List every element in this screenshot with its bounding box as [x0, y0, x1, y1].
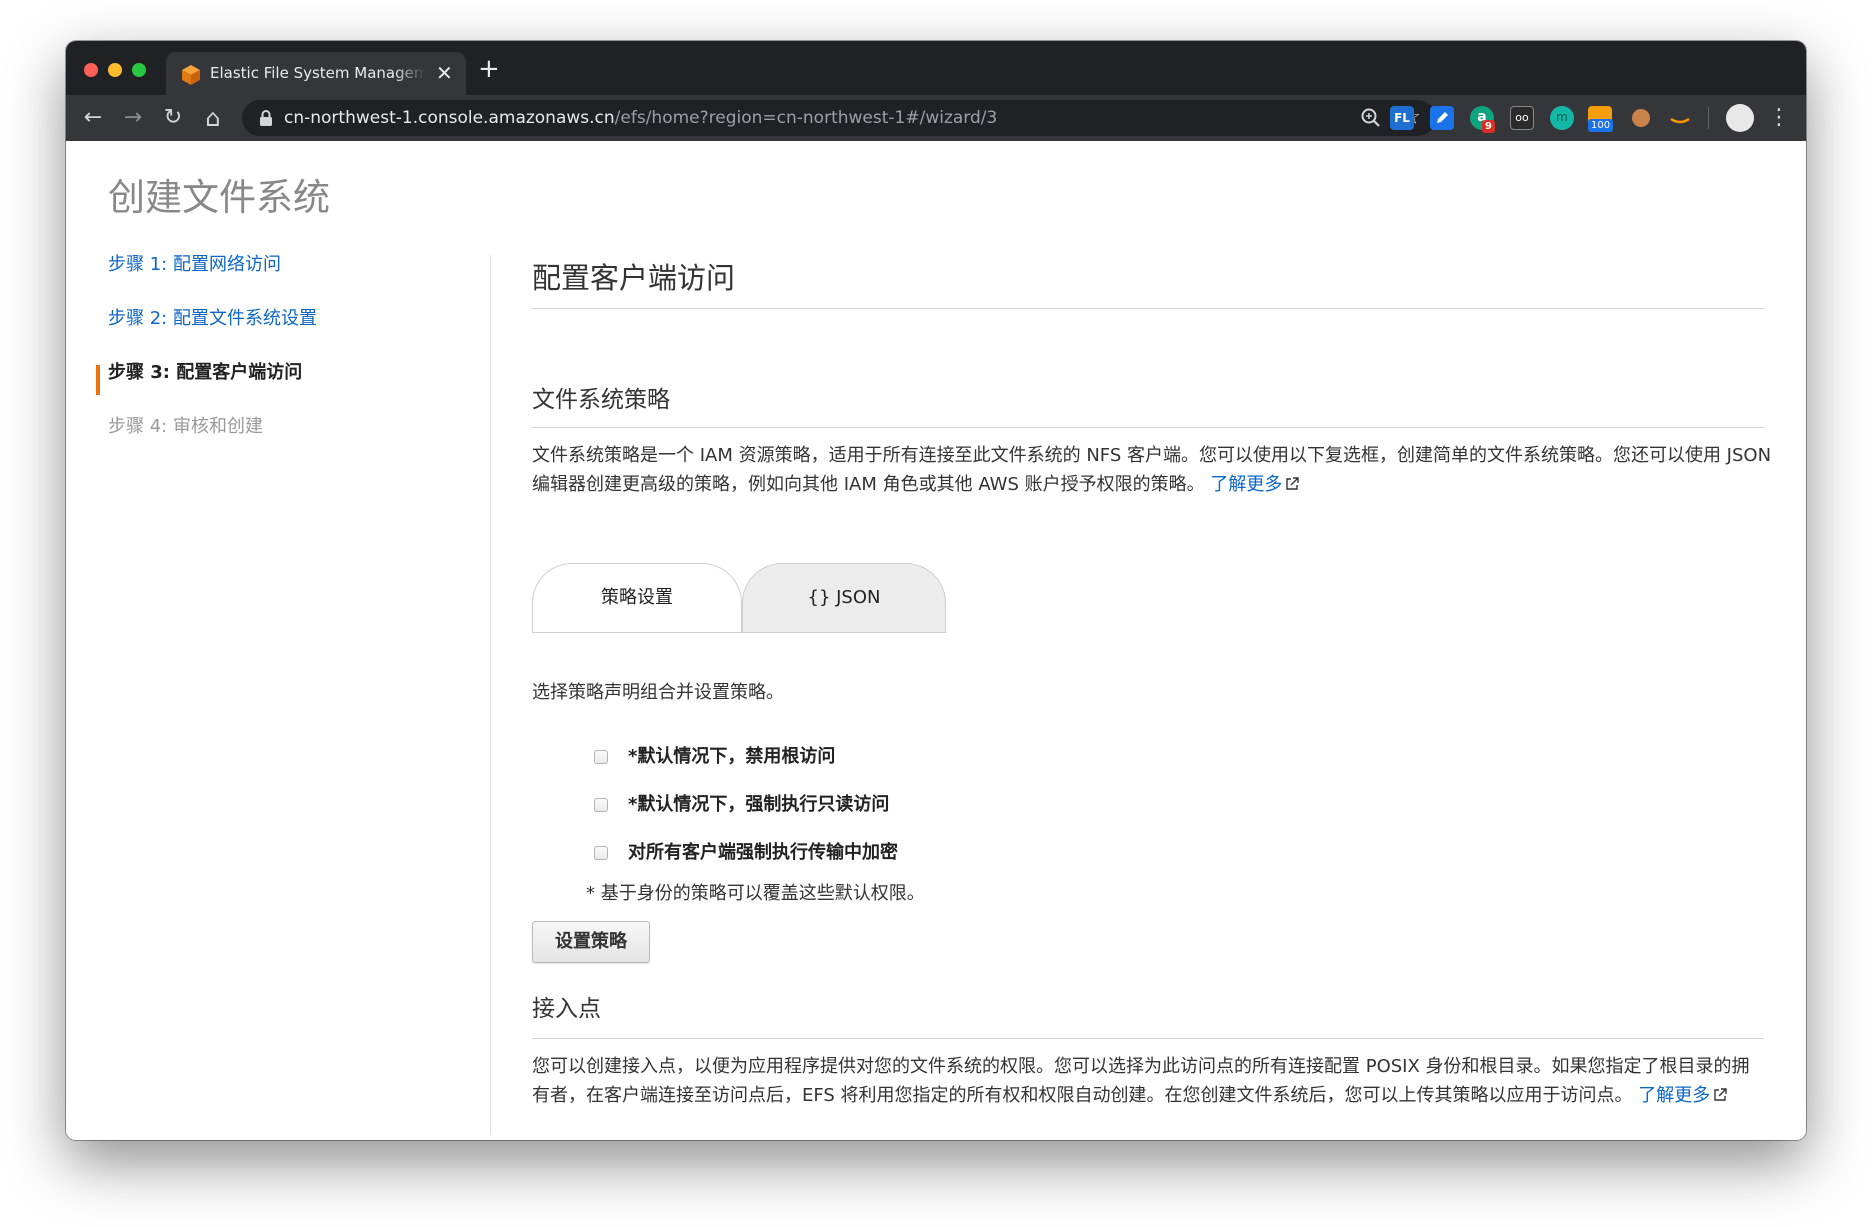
policy-learn-more-link[interactable]: 了解更多 [1210, 474, 1300, 495]
pen-icon [1437, 112, 1448, 123]
tab-policy-settings[interactable]: 策略设置 [532, 563, 742, 633]
grammar-badge: 9 [1482, 120, 1495, 133]
step-4-disabled: 步骤 4: 审核和创建 [108, 416, 263, 437]
option-label: *默认情况下，禁用根访问 [628, 746, 836, 767]
external-link-icon [1286, 477, 1300, 490]
policy-description: 文件系统策略是一个 IAM 资源策略，适用于所有连接至此文件系统的 NFS 客户… [532, 441, 1772, 499]
amazon-smile-icon [1670, 117, 1690, 124]
policy-learn-more-text: 了解更多 [1210, 474, 1283, 495]
tab-title: Elastic File System Management Console [210, 64, 426, 82]
browser-tab[interactable]: Elastic File System Management Console ✕ [166, 52, 466, 95]
lock-icon [260, 110, 272, 126]
checkbox[interactable] [594, 750, 608, 764]
rss-extension-icon[interactable]: 100 [1588, 106, 1614, 132]
section-heading: 配置客户端访问 [532, 261, 736, 295]
close-window-button[interactable] [84, 63, 98, 77]
checkbox[interactable] [594, 798, 608, 812]
home-button[interactable]: ⌂ [198, 103, 228, 133]
page-content: 创建文件系统 步骤 1: 配置网络访问 步骤 2: 配置文件系统设置 步骤 3:… [66, 141, 1806, 1140]
tab-baseline [532, 632, 742, 633]
step-3-current: 步骤 3: 配置客户端访问 [108, 362, 303, 383]
page-title: 创建文件系统 [108, 176, 330, 219]
step-1-link[interactable]: 步骤 1: 配置网络访问 [108, 253, 281, 277]
url-text[interactable]: cn-northwest-1.console.amazonaws.cn/efs/… [284, 108, 997, 128]
m-extension-icon[interactable]: m [1550, 106, 1574, 130]
checkbox[interactable] [594, 846, 608, 860]
access-point-learn-more-text: 了解更多 [1638, 1085, 1711, 1106]
access-point-learn-more-link[interactable]: 了解更多 [1638, 1085, 1728, 1106]
access-point-heading: 接入点 [532, 996, 601, 1022]
rss-badge: 100 [1588, 119, 1614, 132]
step-2-link[interactable]: 步骤 2: 配置文件系统设置 [108, 307, 317, 331]
policy-heading: 文件系统策略 [532, 387, 670, 413]
aws-cube-icon [182, 65, 200, 85]
fl-extension-icon[interactable]: FL [1390, 106, 1414, 130]
back-button[interactable]: ← [78, 103, 108, 133]
tab-close-icon[interactable]: ✕ [436, 61, 453, 85]
reload-button[interactable]: ↻ [158, 103, 188, 133]
current-step-indicator [96, 365, 100, 395]
profile-avatar[interactable] [1726, 104, 1754, 132]
policy-divider [532, 427, 1764, 428]
external-link-icon [1714, 1088, 1727, 1101]
policy-instruction: 选择策略声明组合并设置策略。 [532, 682, 784, 703]
url-path: /efs/home?region=cn-northwest-1#/wizard/… [614, 108, 998, 128]
forward-button[interactable]: → [118, 103, 148, 133]
access-point-description: 您可以创建接入点，以便为应用程序提供对您的文件系统的权限。您可以选择为此访问点的… [532, 1052, 1760, 1110]
minimize-window-button[interactable] [108, 63, 122, 77]
url-host: cn-northwest-1.console.amazonaws.cn [284, 108, 615, 128]
option-label: 对所有客户端强制执行传输中加密 [628, 842, 898, 863]
browser-toolbar: ← → ↻ ⌂ cn-northwest-1.console.amazonaws… [66, 95, 1806, 141]
heading-divider [532, 308, 1764, 309]
access-point-description-text: 您可以创建接入点，以便为应用程序提供对您的文件系统的权限。您可以选择为此访问点的… [532, 1056, 1750, 1106]
tab-strip: Elastic File System Management Console ✕… [66, 41, 1806, 95]
pen-extension-icon[interactable] [1430, 106, 1454, 130]
option-label: *默认情况下，强制执行只读访问 [628, 794, 890, 815]
browser-window: Elastic File System Management Console ✕… [66, 41, 1806, 1140]
policy-description-text: 文件系统策略是一个 IAM 资源策略，适用于所有连接至此文件系统的 NFS 客户… [532, 445, 1772, 495]
tab-json[interactable]: {} JSON [742, 563, 946, 633]
grammar-extension-icon[interactable]: a 9 [1470, 106, 1495, 133]
sidebar-divider [490, 255, 491, 1135]
browser-menu-icon[interactable]: ⋮ [1764, 103, 1794, 133]
cookie-extension-icon[interactable] [1632, 109, 1650, 127]
zoom-icon[interactable] [1358, 105, 1384, 131]
mask-extension-icon[interactable]: oo [1510, 106, 1534, 130]
policy-footnote: * 基于身份的策略可以覆盖这些默认权限。 [586, 883, 925, 904]
address-bar[interactable]: cn-northwest-1.console.amazonaws.cn/efs/… [242, 100, 1436, 136]
main-panel: 配置客户端访问 文件系统策略 文件系统策略是一个 IAM 资源策略，适用于所有连… [532, 141, 1771, 1140]
set-policy-button[interactable]: 设置策略 [532, 921, 650, 963]
access-point-divider [532, 1038, 1764, 1039]
amazon-extension-icon[interactable] [1668, 106, 1692, 130]
maximize-window-button[interactable] [132, 63, 146, 77]
new-tab-button[interactable]: + [478, 55, 500, 83]
toolbar-separator [1708, 107, 1709, 129]
